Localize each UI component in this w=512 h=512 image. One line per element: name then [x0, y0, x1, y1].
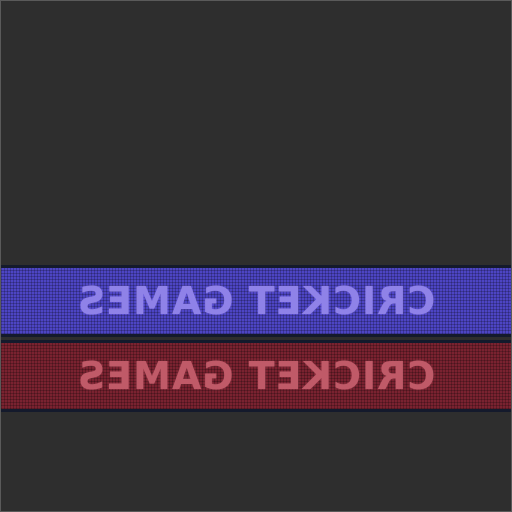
blue-title-banner: CRICKET GAMES [1, 265, 511, 337]
game-canvas: CRICKET GAMES CRICKET GAMES [0, 0, 512, 512]
banner-title-text: CRICKET GAMES [76, 279, 436, 323]
banner-title-text: CRICKET GAMES [76, 354, 436, 398]
red-title-banner: CRICKET GAMES [1, 340, 511, 412]
